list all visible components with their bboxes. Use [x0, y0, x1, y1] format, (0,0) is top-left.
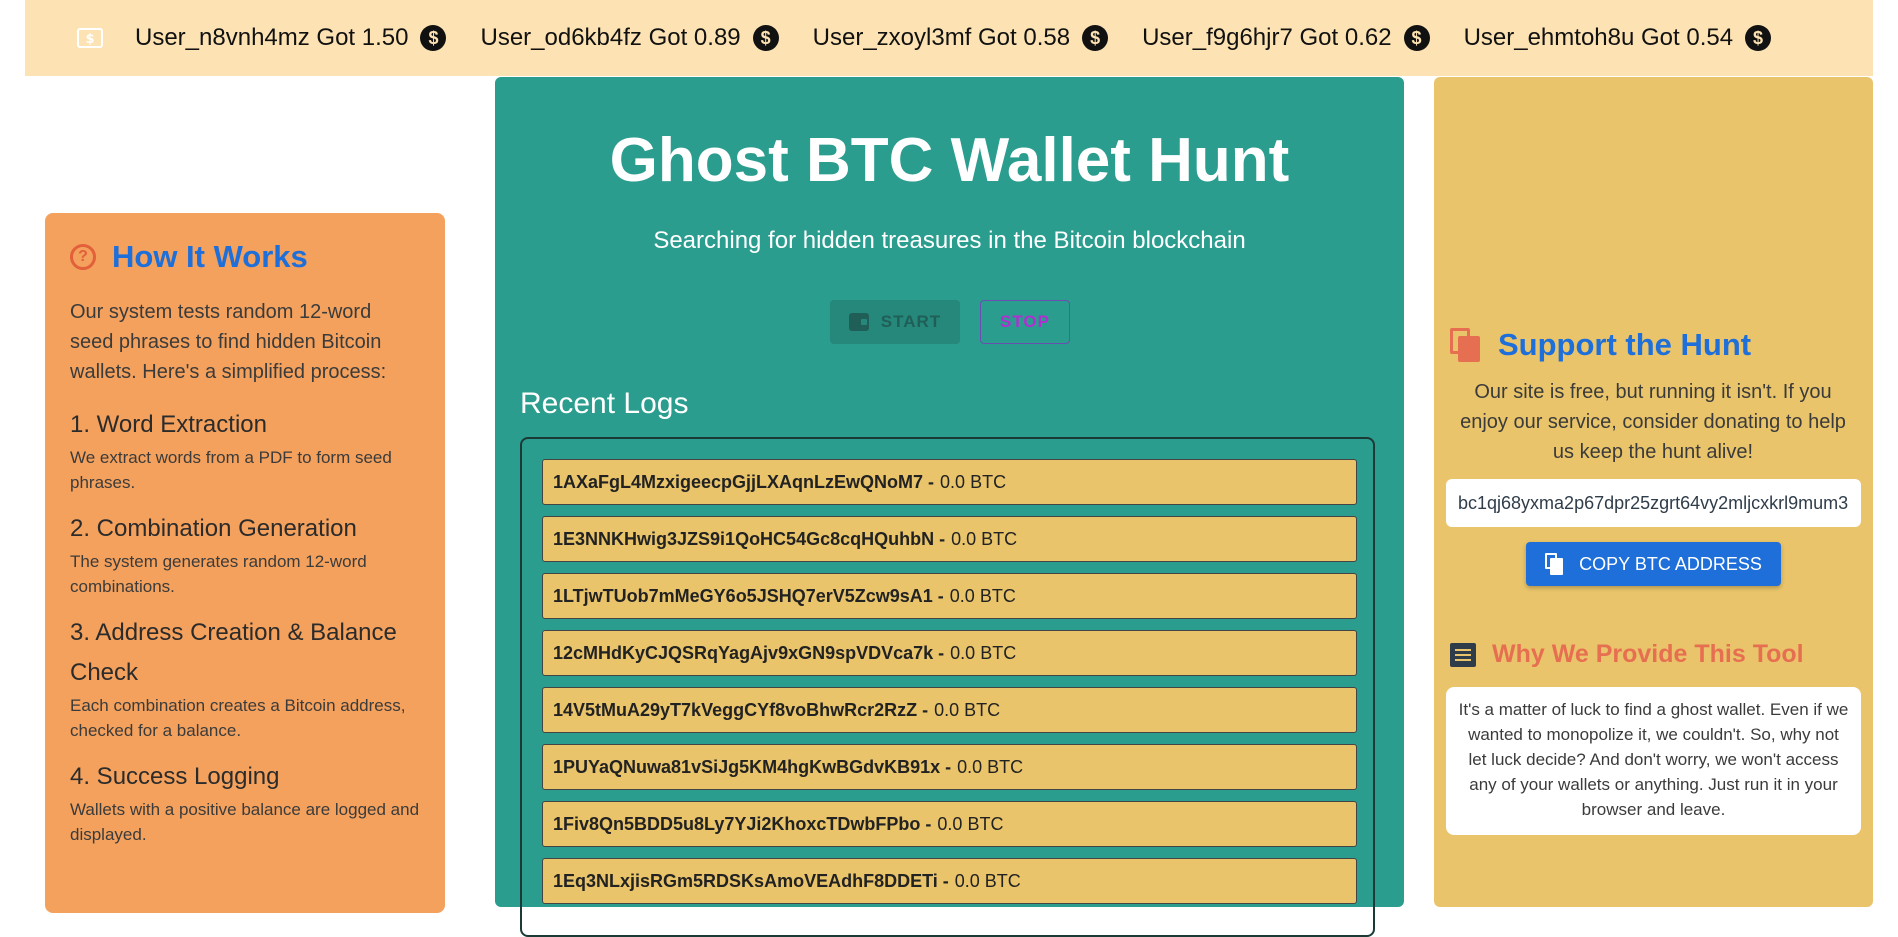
why-title: Why We Provide This Tool — [1492, 640, 1804, 668]
ticker-item: User_ehmtoh8u Got 0.54 $ — [1464, 24, 1772, 52]
log-address: 1AXaFgL4MzxigeecpGjjLXAqnLzEwQNoM7 - — [553, 471, 935, 492]
copy-button-label: COPY BTC ADDRESS — [1579, 553, 1762, 574]
start-button-label: START — [880, 312, 942, 331]
log-balance: 0.0 BTC — [937, 813, 1004, 834]
log-row: 1PUYaQNuwa81vSiJg5KM4hgKwBGdvKB91x -0.0 … — [542, 744, 1357, 790]
step-title: 3. Address Creation & Balance Check — [70, 619, 397, 686]
how-it-works-heading: ? How It Works — [70, 239, 420, 275]
wallet-icon — [848, 313, 869, 331]
recent-logs-list[interactable]: 1AXaFgL4MzxigeecpGjjLXAqnLzEwQNoM7 -0.0 … — [520, 437, 1375, 937]
log-balance: 0.0 BTC — [950, 642, 1017, 663]
ticker-item: User_n8vnh4mz Got 1.50 $ — [135, 24, 447, 52]
log-row: 1Fiv8Qn5BDD5u8Ly7YJi2KhoxcTDwbFPbo -0.0 … — [542, 801, 1357, 847]
log-address: 1Fiv8Qn5BDD5u8Ly7YJi2KhoxcTDwbFPbo - — [553, 813, 932, 834]
step-description: The system generates random 12-word comb… — [70, 552, 367, 596]
why-description: It's a matter of luck to find a ghost wa… — [1446, 687, 1861, 835]
ticker-item-text: User_f9g6hjr7 Got 0.62 — [1142, 24, 1392, 51]
step: 4. Success Logging Wallets with a positi… — [70, 757, 420, 847]
page-title: Ghost BTC Wallet Hunt — [609, 126, 1290, 195]
copy-icon — [1545, 553, 1564, 575]
support-title: Support the Hunt — [1498, 327, 1752, 362]
support-description: Our site is free, but running it isn't. … — [1460, 381, 1846, 463]
step: 2. Combination Generation The system gen… — [70, 509, 420, 599]
how-it-works-intro: Our system tests random 12-word seed phr… — [70, 301, 387, 383]
recent-logs-title: Recent Logs — [520, 387, 689, 420]
dollar-coin-icon: $ — [1082, 25, 1109, 51]
log-address: 1Eq3NLxjisRGm5RDSKsAmoVEAdhF8DDETi - — [553, 870, 949, 891]
ticker-item-text: User_n8vnh4mz Got 1.50 — [135, 24, 409, 51]
step: 3. Address Creation & Balance Check Each… — [70, 613, 420, 743]
log-row: 1LTjwTUob7mMeGY6o5JSHQ7erV5Zcw9sA1 -0.0 … — [542, 573, 1357, 619]
chat-icon — [1450, 642, 1476, 667]
ticker-item-text: User_zxoyl3mf Got 0.58 — [812, 24, 1071, 51]
earnings-ticker: $ User_n8vnh4mz Got 1.50 $ User_od6kb4fz… — [25, 0, 1873, 76]
dollar-coin-icon: $ — [1745, 25, 1772, 51]
start-button[interactable]: START — [830, 300, 960, 344]
support-heading: Support the Hunt — [1450, 327, 1751, 363]
log-address: 1LTjwTUob7mMeGY6o5JSHQ7erV5Zcw9sA1 - — [553, 585, 944, 606]
step: 1. Word Extraction We extract words from… — [70, 405, 420, 495]
log-balance: 0.0 BTC — [940, 471, 1007, 492]
log-row: 1E3NNKHwig3JZS9i1QoHC54Gc8cqHQuhbN -0.0 … — [542, 516, 1357, 562]
log-balance: 0.0 BTC — [957, 756, 1024, 777]
why-heading: Why We Provide This Tool — [1450, 640, 1804, 669]
log-address: 1PUYaQNuwa81vSiJg5KM4hgKwBGdvKB91x - — [553, 756, 952, 777]
step-title: 2. Combination Generation — [70, 515, 357, 542]
step-description: We extract words from a PDF to form seed… — [70, 448, 392, 492]
log-address: 12cMHdKyCJQSRqYagAjv9xGN9spVDVca7k - — [553, 642, 945, 663]
ticker-item-text: User_od6kb4fz Got 0.89 — [480, 24, 741, 51]
step-title: 1. Word Extraction — [70, 411, 267, 438]
log-balance: 0.0 BTC — [954, 870, 1021, 891]
ticker-item-text: User_ehmtoh8u Got 0.54 — [1463, 24, 1734, 51]
step-description: Each combination creates a Bitcoin addre… — [70, 696, 406, 740]
copy-btc-address-button[interactable]: COPY BTC ADDRESS — [1526, 542, 1781, 586]
step-title: 4. Success Logging — [70, 763, 280, 790]
log-row: 1Eq3NLxjisRGm5RDSKsAmoVEAdhF8DDETi -0.0 … — [542, 858, 1357, 904]
btc-address-field[interactable]: bc1qj68yxma2p67dpr25zgrt64vy2mljcxkrl9mu… — [1446, 479, 1861, 527]
stop-button-label: STOP — [1000, 312, 1050, 331]
dollar-coin-icon: $ — [752, 25, 779, 51]
how-it-works-title: How It Works — [112, 239, 308, 274]
money-icon: $ — [75, 27, 105, 49]
log-balance: 0.0 BTC — [934, 699, 1001, 720]
copy-documents-icon — [1450, 328, 1480, 362]
dollar-coin-icon: $ — [420, 25, 447, 51]
log-address: 14V5tMuA29yT7kVeggCYf8voBhwRcr2RzZ - — [553, 699, 929, 720]
how-it-works-card: ? How It Works Our system tests random 1… — [45, 213, 445, 913]
hunt-panel: Ghost BTC Wallet Hunt Searching for hidd… — [495, 77, 1404, 937]
log-row: 12cMHdKyCJQSRqYagAjv9xGN9spVDVca7k -0.0 … — [542, 630, 1357, 676]
log-row: 14V5tMuA29yT7kVeggCYf8voBhwRcr2RzZ -0.0 … — [542, 687, 1357, 733]
stop-button[interactable]: STOP — [980, 300, 1070, 344]
step-description: Wallets with a positive balance are logg… — [70, 800, 420, 844]
log-row: 1AXaFgL4MzxigeecpGjjLXAqnLzEwQNoM7 -0.0 … — [542, 459, 1357, 505]
question-circle-icon: ? — [70, 244, 96, 270]
ticker-item: User_od6kb4fz Got 0.89 $ — [480, 24, 779, 52]
support-card: Support the Hunt Our site is free, but r… — [1434, 77, 1873, 907]
ticker-item: User_f9g6hjr7 Got 0.62 $ — [1142, 24, 1430, 52]
dollar-coin-icon: $ — [1403, 25, 1430, 51]
svg-text:$: $ — [85, 32, 94, 47]
log-balance: 0.0 BTC — [951, 528, 1018, 549]
ticker-item: User_zxoyl3mf Got 0.58 $ — [812, 24, 1109, 52]
log-balance: 0.0 BTC — [949, 585, 1016, 606]
log-address: 1E3NNKHwig3JZS9i1QoHC54Gc8cqHQuhbN - — [553, 528, 946, 549]
page-subtitle: Searching for hidden treasures in the Bi… — [653, 227, 1246, 254]
